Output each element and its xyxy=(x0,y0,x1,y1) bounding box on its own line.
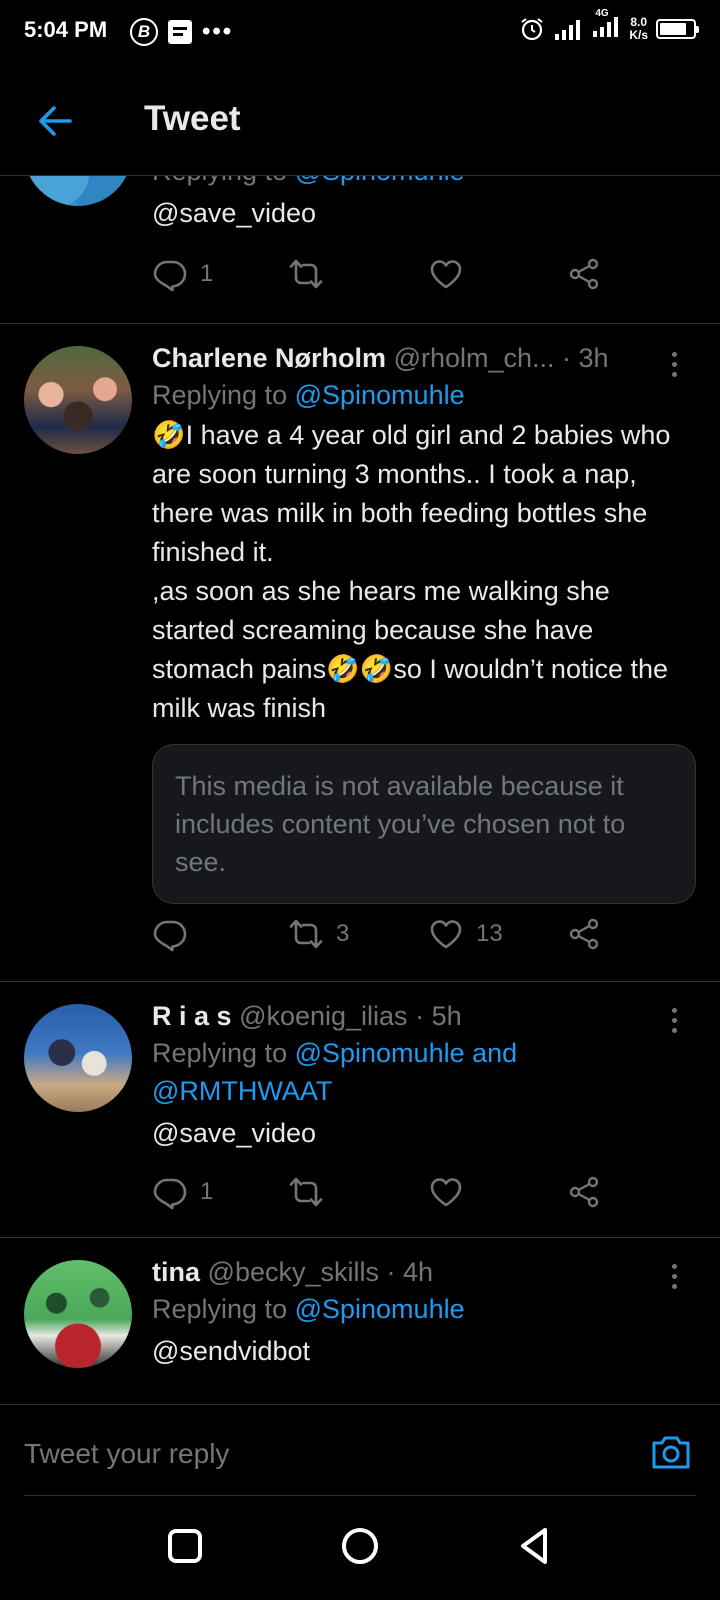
share-button[interactable] xyxy=(566,1174,602,1210)
signal-4g-icon: 4G xyxy=(591,8,621,43)
replying-to-line: Replying to @Spinomuhle xyxy=(152,380,465,410)
avatar[interactable] xyxy=(24,1260,132,1368)
net-speed: 8.0 K/s xyxy=(629,14,648,42)
system-nav-bar xyxy=(0,1496,720,1600)
tweet-author-row: R i a s @koenig_ilias · 5h xyxy=(152,998,696,1034)
heart-icon xyxy=(430,1178,462,1207)
signal-icon xyxy=(555,19,581,40)
tweet-item[interactable]: tina @becky_skills · 4h Replying to @Spi… xyxy=(0,1238,720,1404)
back-arrow-icon[interactable] xyxy=(34,100,76,142)
heart-icon xyxy=(430,920,462,949)
emoji: 🤣 xyxy=(152,420,186,450)
back-button-icon[interactable] xyxy=(515,1526,555,1566)
retweet-icon xyxy=(289,919,323,949)
mention-link[interactable]: @save_video xyxy=(152,194,696,233)
retweet-button[interactable] xyxy=(288,256,336,292)
reply-icon xyxy=(153,920,187,952)
reply-button[interactable]: 1 xyxy=(152,1174,213,1210)
tweet-actions: 3 13 xyxy=(152,916,632,956)
retweet-button[interactable] xyxy=(288,1174,336,1210)
retweet-icon xyxy=(289,259,323,289)
b-app-icon: B xyxy=(130,18,158,46)
retweet-icon xyxy=(289,1177,323,1207)
share-icon xyxy=(569,1176,599,1208)
mention-link[interactable]: @sendvidbot xyxy=(152,1332,696,1371)
reply-icon xyxy=(153,260,187,292)
reply-button[interactable] xyxy=(152,916,200,952)
mention-link[interactable]: @save_video xyxy=(152,1114,696,1153)
message-icon xyxy=(168,20,192,44)
like-button[interactable]: 13 xyxy=(428,916,503,952)
tweet-author-row: Charlene Nørholm @rholm_ch... · 3h xyxy=(152,340,696,376)
tweet-actions: 1 xyxy=(152,1174,632,1214)
like-button[interactable] xyxy=(428,256,476,292)
tweet-author-row: tina @becky_skills · 4h xyxy=(152,1254,696,1290)
tweet-item[interactable]: Charlene Nørholm @rholm_ch... · 3h Reply… xyxy=(0,324,720,982)
reply-button[interactable]: 1 xyxy=(152,256,213,292)
mention-link[interactable]: @RMTHWAAT xyxy=(152,1076,332,1106)
reply-feed[interactable]: Replying to @Spinomuhle @save_video 1 xyxy=(0,176,720,1404)
tweet-time: · 5h xyxy=(415,1001,462,1031)
recents-button-icon[interactable] xyxy=(165,1526,205,1566)
mention-link[interactable]: @Spinomuhle and xyxy=(295,1038,518,1068)
media-unavailable-notice: This media is not available because it i… xyxy=(152,744,696,904)
emoji: 🤣🤣 xyxy=(326,654,394,684)
reply-input[interactable]: Tweet your reply xyxy=(24,1438,229,1470)
like-button[interactable] xyxy=(428,1174,476,1210)
replying-to-line: Replying to @Spinomuhle xyxy=(152,176,696,190)
tweet-item[interactable]: Replying to @Spinomuhle @save_video 1 xyxy=(0,176,720,324)
mention-link[interactable]: @Spinomuhle xyxy=(295,1294,465,1324)
author-handle[interactable]: @rholm_ch... xyxy=(394,343,555,373)
more-notifications-icon: ••• xyxy=(202,18,234,45)
camera-icon[interactable] xyxy=(650,1431,692,1471)
avatar[interactable] xyxy=(24,346,132,454)
status-time: 5:04 PM xyxy=(24,17,108,42)
author-handle[interactable]: @koenig_ilias xyxy=(239,1001,408,1031)
status-bar: 5:04 PM B ••• 4G 8.0 K/s xyxy=(0,0,720,64)
heart-icon xyxy=(430,260,462,289)
author-handle[interactable]: @becky_skills xyxy=(208,1257,379,1287)
avatar[interactable] xyxy=(24,176,132,206)
replying-to-line: Replying to @Spinomuhle and @RMTHWAAT xyxy=(152,1038,518,1106)
page-title: Tweet xyxy=(144,99,241,138)
mention-link[interactable]: @Spinomuhle xyxy=(295,176,465,186)
battery-icon xyxy=(656,18,699,39)
reply-icon xyxy=(153,1178,187,1210)
replying-to-line: Replying to @Spinomuhle xyxy=(152,1294,465,1324)
avatar[interactable] xyxy=(24,1004,132,1112)
author-name[interactable]: R i a s xyxy=(152,1001,232,1031)
top-header: Tweet xyxy=(0,64,720,176)
home-button-icon[interactable] xyxy=(340,1526,380,1566)
author-name[interactable]: tina xyxy=(152,1257,200,1287)
tweet-time: · 3h xyxy=(562,343,609,373)
author-name[interactable]: Charlene Nørholm xyxy=(152,343,386,373)
tweet-text: 🤣I have a 4 year old girl and 2 babies w… xyxy=(152,420,671,723)
reply-bar: Tweet your reply xyxy=(0,1404,720,1496)
share-icon xyxy=(569,918,599,950)
tweet-time: · 4h xyxy=(386,1257,434,1287)
tweet-item[interactable]: R i a s @koenig_ilias · 5h Replying to @… xyxy=(0,982,720,1238)
alarm-icon xyxy=(521,17,543,40)
status-right: 4G 8.0 K/s xyxy=(519,8,699,43)
retweet-button[interactable]: 3 xyxy=(288,916,349,952)
mention-link[interactable]: @Spinomuhle xyxy=(295,380,465,410)
share-button[interactable] xyxy=(566,916,602,952)
tweet-actions: 1 xyxy=(152,256,632,296)
notification-icons: B ••• xyxy=(130,18,233,46)
share-button[interactable] xyxy=(566,256,602,292)
share-icon xyxy=(569,258,599,290)
